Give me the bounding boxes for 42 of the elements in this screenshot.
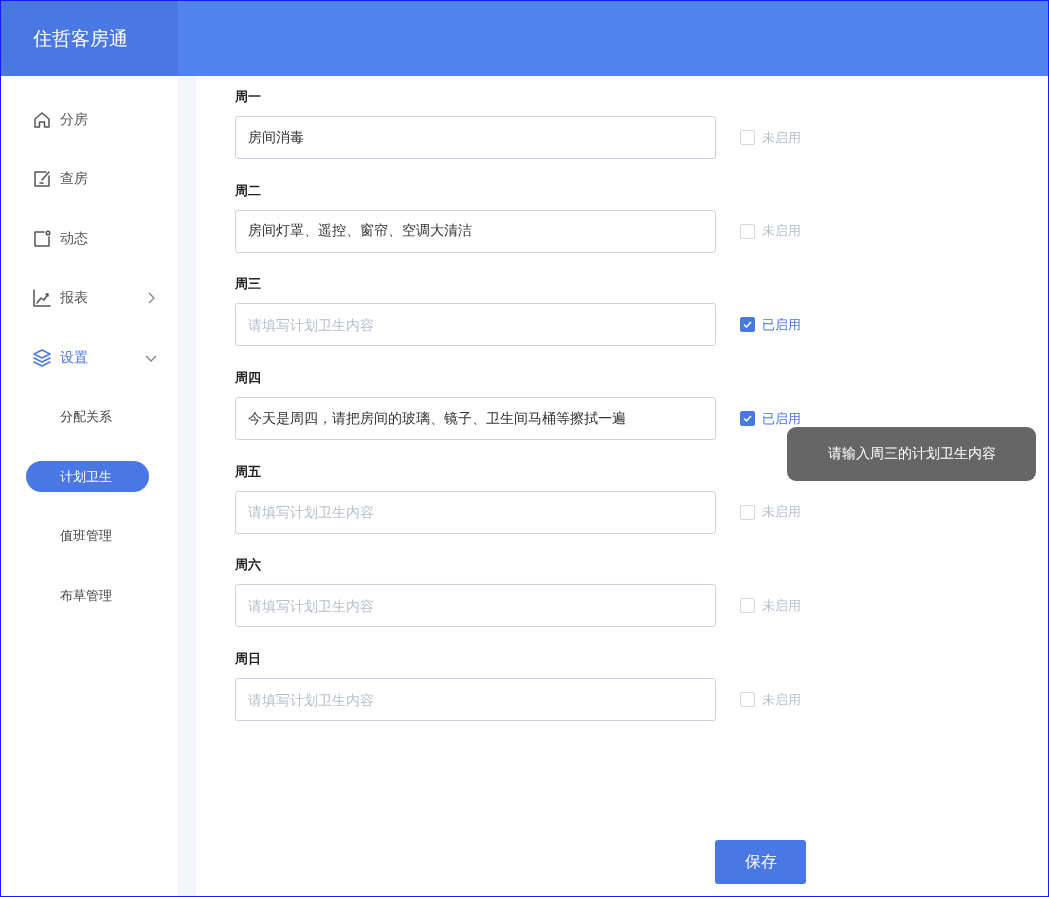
layers-icon — [32, 347, 52, 368]
nav-subitem[interactable]: 布草管理 — [26, 580, 149, 612]
nav-item[interactable]: 分房 — [1, 90, 178, 150]
nav-item[interactable]: 报表 — [1, 268, 178, 328]
day-label: 周一 — [235, 88, 262, 106]
app-title: 住哲客房通 — [1, 1, 178, 76]
nav-subitem[interactable]: 值班管理 — [26, 520, 149, 552]
day-label: 周二 — [235, 181, 262, 200]
status-label: 未启用 — [762, 596, 801, 615]
nav-subitem[interactable]: 分配关系 — [26, 401, 149, 433]
status-label: 已启用 — [762, 409, 801, 428]
day-label: 周三 — [235, 275, 262, 294]
check-icon — [742, 413, 753, 425]
home-icon — [32, 109, 52, 130]
input-field[interactable]: 房间灯罩、遥控、窗帘、空调大清洁 — [235, 209, 716, 253]
input-field[interactable]: 今天是周四，请把房间的玻璃、镜子、卫生间马桶等擦拭一遍 — [235, 397, 716, 441]
chart-icon — [32, 288, 52, 309]
status-label: 已启用 — [762, 315, 801, 334]
nav-item[interactable]: 设置 — [1, 328, 178, 388]
save-button[interactable]: 保存 — [715, 840, 806, 884]
toast-message: 请输入周三的计划卫生内容 — [787, 427, 1036, 481]
input-field[interactable]: 请填写计划卫生内容 — [235, 678, 716, 722]
nav-subitem[interactable]: 计划卫生 — [26, 461, 149, 493]
checkbox[interactable] — [740, 411, 755, 427]
checkbox[interactable] — [740, 317, 755, 333]
status-label: 未启用 — [762, 503, 801, 522]
nav-item[interactable]: 查房 — [1, 149, 178, 209]
day-label: 周五 — [235, 462, 262, 481]
nav-item[interactable]: 动态 — [1, 209, 178, 269]
input-field[interactable]: 请填写计划卫生内容 — [235, 303, 716, 347]
check-icon — [742, 319, 753, 331]
input-field[interactable]: 请填写计划卫生内容 — [235, 584, 716, 628]
note-icon — [32, 228, 52, 249]
input-field[interactable]: 请填写计划卫生内容 — [235, 490, 716, 534]
edit-icon — [32, 169, 52, 190]
input-field[interactable]: 房间消毒 — [235, 116, 716, 159]
status-label: 未启用 — [762, 222, 801, 241]
day-label: 周六 — [235, 556, 262, 575]
status-label: 未启用 — [762, 128, 801, 147]
day-label: 周四 — [235, 369, 262, 388]
status-label: 未启用 — [762, 690, 801, 709]
day-label: 周日 — [235, 650, 262, 669]
